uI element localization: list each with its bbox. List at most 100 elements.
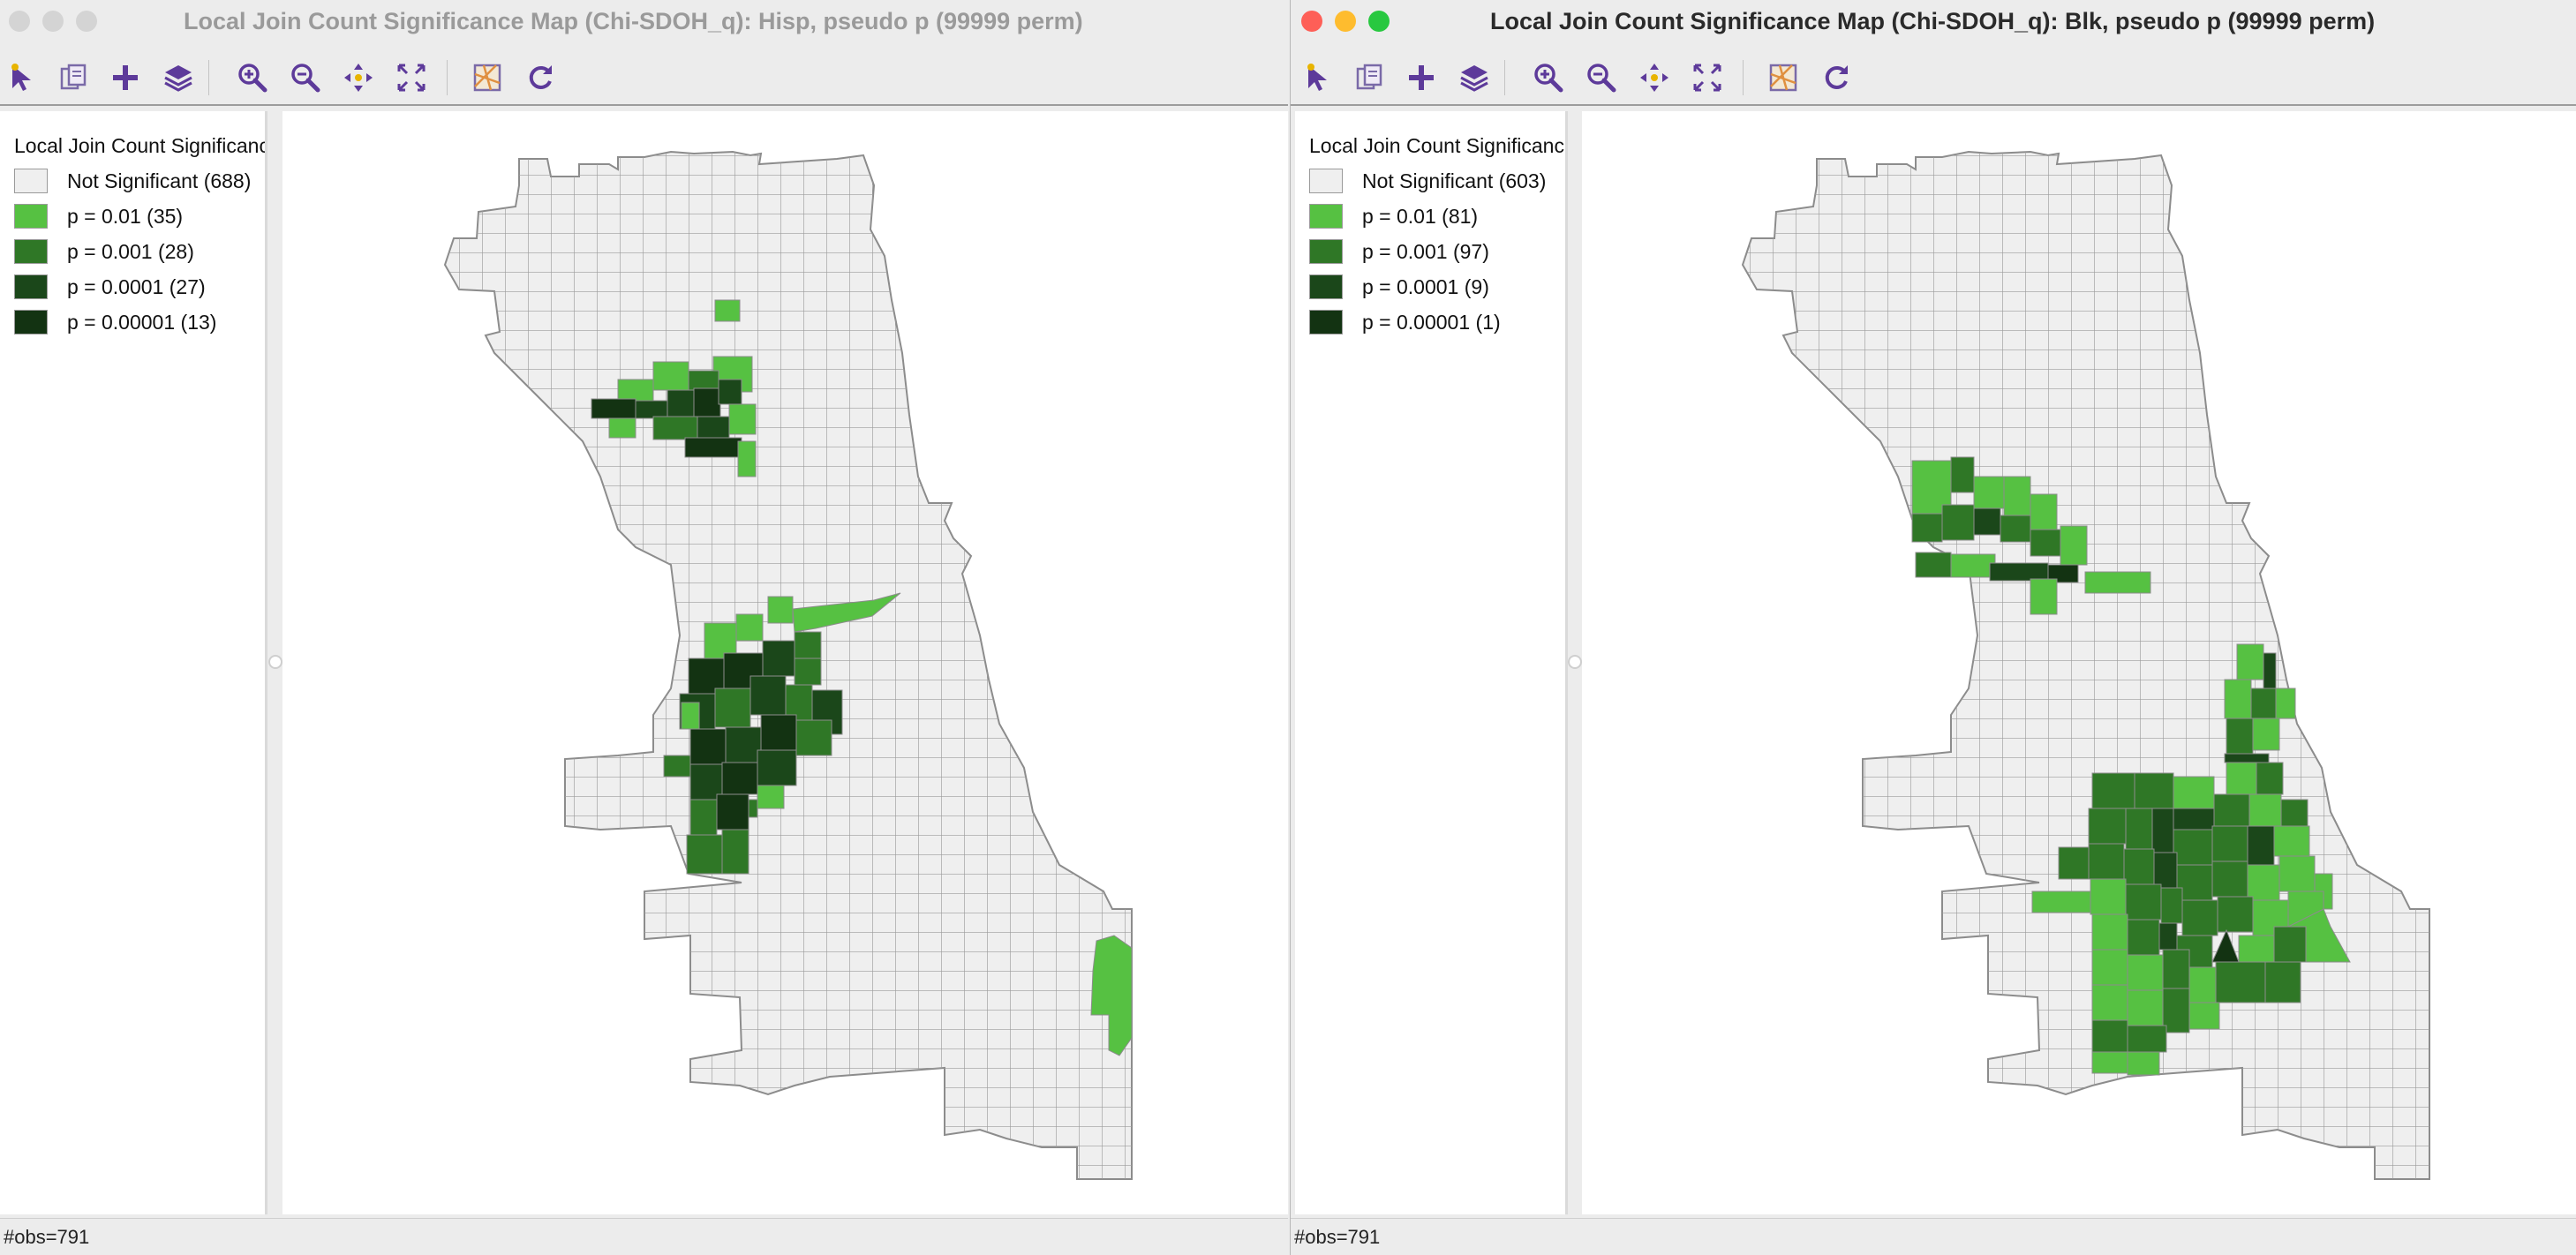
- tract: [2247, 864, 2280, 901]
- legend-item[interactable]: p = 0.00001 (1): [1309, 309, 1501, 335]
- tract: [693, 387, 721, 417]
- tract: [2226, 718, 2254, 755]
- legend-swatch: [1309, 169, 1343, 193]
- legend-label: Not Significant (688): [67, 169, 252, 192]
- legend-swatch: [1309, 310, 1343, 334]
- legend-item[interactable]: p = 0.001 (97): [1309, 238, 1489, 265]
- legend-item[interactable]: p = 0.01 (35): [14, 203, 183, 229]
- zoom-window-button[interactable]: [1368, 11, 1390, 32]
- tract: [2091, 949, 2128, 986]
- map-toolbar: [1291, 51, 2576, 106]
- select-pointer-button[interactable]: [1299, 58, 1338, 97]
- title-bar[interactable]: Local Join Count Significance Map (Chi-S…: [1291, 0, 2576, 42]
- tract: [721, 829, 749, 875]
- layers-icon: [164, 65, 192, 92]
- tract: [714, 299, 741, 322]
- tract: [2215, 961, 2266, 1003]
- close-window-button[interactable]: [9, 11, 30, 32]
- pan-button[interactable]: [1635, 58, 1674, 97]
- minimize-window-button[interactable]: [42, 11, 64, 32]
- title-bar[interactable]: Local Join Count Significance Map (Chi-S…: [0, 0, 1288, 42]
- tract: [2030, 578, 2058, 615]
- legend-item[interactable]: p = 0.01 (81): [1309, 203, 1478, 229]
- pan-button[interactable]: [339, 58, 378, 97]
- tract: [762, 640, 795, 677]
- chicago-tract-map: [1741, 150, 2430, 1180]
- legend-item[interactable]: Not Significant (603): [1309, 168, 1546, 194]
- tract: [689, 728, 727, 765]
- refresh-button[interactable]: [1817, 58, 1856, 97]
- zoom-in-button[interactable]: [233, 58, 272, 97]
- tract: [2003, 476, 2031, 516]
- select-pointer-button[interactable]: [4, 58, 42, 97]
- legend-swatch: [14, 169, 48, 193]
- tract: [667, 389, 695, 417]
- tract: [2173, 829, 2213, 866]
- tract: [686, 834, 723, 875]
- tract: [725, 726, 762, 763]
- tract: [2125, 883, 2162, 921]
- tract: [2273, 926, 2307, 963]
- legend-item[interactable]: Not Significant (688): [14, 168, 251, 194]
- map-canvas[interactable]: [1582, 111, 2576, 1214]
- layers-button[interactable]: [159, 58, 198, 97]
- zoom-out-icon: [291, 64, 320, 93]
- tract: [1915, 552, 1952, 578]
- tract: [748, 799, 758, 818]
- copy-image-button[interactable]: [1351, 58, 1390, 97]
- tract: [2030, 493, 2058, 530]
- observation-count: #obs=791: [1294, 1226, 1381, 1248]
- legend-item[interactable]: p = 0.0001 (27): [14, 274, 206, 300]
- observation-count: #obs=791: [4, 1226, 90, 1248]
- close-window-button[interactable]: [1301, 11, 1322, 32]
- legend-item[interactable]: p = 0.00001 (13): [14, 309, 216, 335]
- zoom-out-button[interactable]: [1582, 58, 1621, 97]
- legend-item[interactable]: p = 0.0001 (9): [1309, 274, 1489, 300]
- tract: [689, 799, 718, 836]
- tract: [737, 440, 757, 477]
- zoom-out-button[interactable]: [286, 58, 325, 97]
- fit-extent-button[interactable]: [1688, 58, 1727, 97]
- map-legend: Local Join Count Significance Map Not Si…: [1295, 111, 1568, 1214]
- add-icon: [1409, 65, 1434, 90]
- copy-image-icon: [60, 64, 87, 90]
- copy-image-button[interactable]: [55, 58, 94, 97]
- refresh-button[interactable]: [521, 58, 560, 97]
- legend-swatch: [1309, 204, 1343, 229]
- basemap-button[interactable]: [468, 58, 507, 97]
- tract: [2153, 852, 2178, 889]
- add-button[interactable]: [1402, 58, 1441, 97]
- zoom-in-button[interactable]: [1529, 58, 1568, 97]
- fit-extent-button[interactable]: [392, 58, 431, 97]
- tract: [2151, 808, 2174, 853]
- map-canvas[interactable]: [282, 111, 1288, 1214]
- tract: [2091, 772, 2135, 809]
- pane-resize-handle[interactable]: [268, 655, 282, 669]
- select-pointer-icon: [1307, 64, 1327, 91]
- tract: [2031, 891, 2091, 913]
- zoom-window-button[interactable]: [76, 11, 97, 32]
- legend-label: p = 0.01 (35): [67, 204, 184, 228]
- tract: [2158, 922, 2178, 951]
- legend-item[interactable]: p = 0.001 (28): [14, 238, 194, 265]
- tract: [757, 749, 797, 786]
- tract: [2211, 825, 2248, 862]
- tract: [2088, 843, 2125, 880]
- add-button[interactable]: [106, 58, 145, 97]
- tract: [2181, 899, 2218, 936]
- tract: [2273, 825, 2310, 857]
- tract: [608, 417, 636, 439]
- tract: [652, 416, 698, 440]
- layers-button[interactable]: [1455, 58, 1494, 97]
- legend-label: p = 0.0001 (27): [67, 274, 206, 298]
- minimize-window-button[interactable]: [1335, 11, 1356, 32]
- tract: [2134, 772, 2174, 809]
- tract: [2030, 529, 2061, 557]
- basemap-button[interactable]: [1764, 58, 1803, 97]
- tract: [2160, 887, 2183, 924]
- select-pointer-icon: [11, 64, 31, 91]
- legend-label: p = 0.001 (97): [1362, 239, 1489, 263]
- zoom-out-icon: [1587, 64, 1616, 93]
- pane-resize-handle[interactable]: [1568, 655, 1582, 669]
- copy-image-icon: [1356, 64, 1382, 90]
